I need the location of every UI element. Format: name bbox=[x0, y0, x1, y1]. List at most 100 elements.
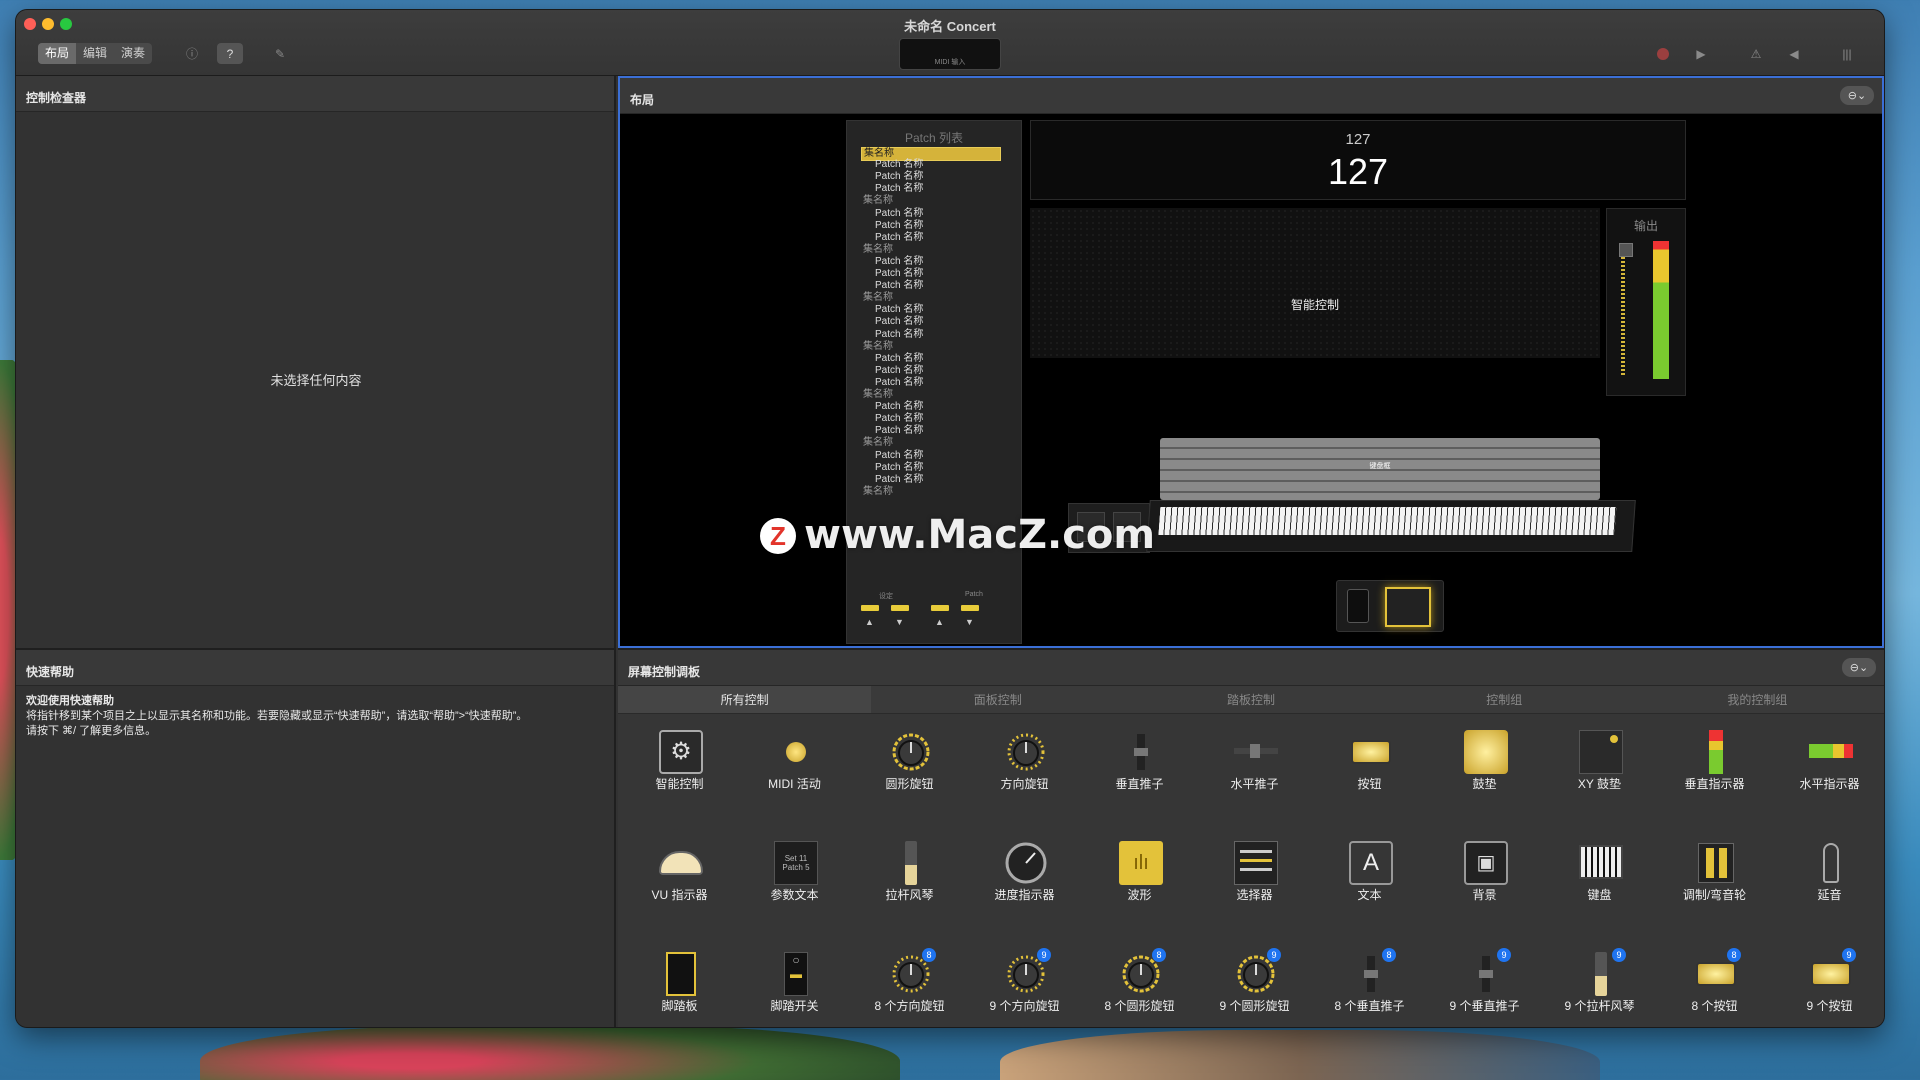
screen-control-item[interactable]: 9 9 个垂直推子 bbox=[1427, 938, 1542, 1027]
screen-control-item[interactable]: 垂直推子 bbox=[1082, 716, 1197, 816]
keyboard[interactable] bbox=[1146, 500, 1636, 552]
smart-control-area[interactable]: 智能控制 bbox=[1030, 208, 1600, 358]
output-fader-track[interactable] bbox=[1621, 245, 1625, 377]
screen-control-item[interactable]: A 文本 bbox=[1312, 827, 1427, 927]
patch-list-item[interactable]: Patch 名称 bbox=[875, 377, 923, 389]
patch-list-item[interactable]: Patch 名称 bbox=[875, 256, 923, 268]
screen-control-item[interactable]: 水平指示器 bbox=[1772, 716, 1884, 816]
screen-control-item[interactable]: ▣ 背景 bbox=[1427, 827, 1542, 927]
foot-pedal-widget[interactable] bbox=[1347, 589, 1369, 623]
mode-edit-tab[interactable]: 编辑 bbox=[76, 43, 114, 64]
screen-control-item[interactable]: 延音 bbox=[1772, 827, 1884, 927]
set-list-item[interactable]: 集名称 bbox=[863, 486, 893, 498]
wrench-icon[interactable]: ✎ bbox=[267, 43, 293, 64]
screen-control-item[interactable]: VU 指示器 bbox=[622, 827, 737, 927]
patch-list-item[interactable]: Patch 名称 bbox=[875, 462, 923, 474]
output-meter[interactable]: 输出 bbox=[1606, 208, 1686, 396]
parameter-display[interactable]: 127 127 bbox=[1030, 120, 1686, 200]
screen-control-item[interactable]: 圆形旋钮 bbox=[852, 716, 967, 816]
screen-control-item[interactable]: 键盘 bbox=[1542, 827, 1657, 927]
set-list-item[interactable]: 集名称 bbox=[863, 389, 893, 401]
set-next-button[interactable] bbox=[891, 605, 909, 611]
patch-up-arrow-icon: ▲ bbox=[935, 617, 944, 627]
patch-list-item[interactable]: Patch 名称 bbox=[875, 425, 923, 437]
screen-control-item[interactable]: 8 8 个圆形旋钮 bbox=[1082, 938, 1197, 1027]
tab-my-control-groups[interactable]: 我的控制组 bbox=[1631, 686, 1884, 713]
screen-control-item[interactable]: 9 9 个圆形旋钮 bbox=[1197, 938, 1312, 1027]
patch-list-item[interactable]: Patch 名称 bbox=[875, 316, 923, 328]
screen-control-item[interactable]: 9 9 个方向旋钮 bbox=[967, 938, 1082, 1027]
keyboard-keys[interactable] bbox=[1158, 507, 1617, 535]
patch-list[interactable]: Patch 列表 集名称 Patch 名称 Patch 名称 Patch 名称 集名称 P… bbox=[846, 120, 1022, 644]
patch-list-item[interactable]: Patch 名称 bbox=[875, 329, 923, 341]
screen-control-item[interactable]: 调制/弯音轮 bbox=[1657, 827, 1772, 927]
tab-panel-controls[interactable]: 面板控制 bbox=[871, 686, 1124, 713]
set-list-item[interactable]: 集名称 bbox=[863, 292, 893, 304]
patch-list-item[interactable]: Patch 名称 bbox=[875, 208, 923, 220]
set-list-item[interactable]: 集名称 bbox=[863, 195, 893, 207]
tab-control-groups[interactable]: 控制组 bbox=[1378, 686, 1631, 713]
pedal-controls[interactable] bbox=[1336, 580, 1444, 632]
patch-list-item[interactable]: Patch 名称 bbox=[875, 159, 923, 171]
screen-control-item[interactable]: Set 11 Patch 5 参数文本 bbox=[737, 827, 852, 927]
tab-all-controls[interactable]: 所有控制 bbox=[618, 686, 872, 713]
patch-list-item[interactable]: Patch 名称 bbox=[875, 232, 923, 244]
screen-control-item[interactable]: 8 8 个垂直推子 bbox=[1312, 938, 1427, 1027]
patch-list-item[interactable]: Patch 名称 bbox=[875, 474, 923, 486]
info-icon[interactable]: ⓘ bbox=[179, 43, 205, 64]
sustain-pedal-widget[interactable] bbox=[1385, 587, 1431, 627]
screen-control-item[interactable]: MIDI 活动 bbox=[737, 716, 852, 816]
tuner-icon[interactable]: ⚠ bbox=[1743, 43, 1769, 64]
help-icon[interactable]: ? bbox=[217, 43, 243, 64]
patch-list-item[interactable]: Patch 名称 bbox=[875, 365, 923, 377]
screen-control-item[interactable]: 9 9 个按钮 bbox=[1772, 938, 1884, 1027]
screen-control-item[interactable]: 9 9 个拉杆风琴 bbox=[1542, 938, 1657, 1027]
screen-control-item[interactable]: 垂直指示器 bbox=[1657, 716, 1772, 816]
screen-controls-options-button[interactable]: ⊖⌄ bbox=[1842, 658, 1876, 677]
patch-down-arrow-icon: ▼ bbox=[965, 617, 974, 627]
screen-control-item[interactable]: 选择器 bbox=[1197, 827, 1312, 927]
mode-layout-tab[interactable]: 布局 bbox=[38, 43, 77, 64]
patch-list-item[interactable]: Patch 名称 bbox=[875, 268, 923, 280]
play-icon[interactable]: ▶ bbox=[1688, 43, 1714, 64]
screen-control-item[interactable]: 鼓垫 bbox=[1427, 716, 1542, 816]
screen-control-item[interactable]: 脚踏板 bbox=[622, 938, 737, 1027]
patch-prev-button[interactable] bbox=[931, 605, 949, 611]
screen-control-item[interactable]: 进度指示器 bbox=[967, 827, 1082, 927]
mode-perform-tab[interactable]: 演奏 bbox=[114, 43, 152, 64]
screen-control-item[interactable]: 方向旋钮 bbox=[967, 716, 1082, 816]
mixer-icon[interactable]: ||| bbox=[1834, 43, 1860, 64]
patch-list-item[interactable]: Patch 名称 bbox=[875, 450, 923, 462]
set-list-item[interactable]: 集名称 bbox=[863, 244, 893, 256]
screen-control-item[interactable]: 8 8 个方向旋钮 bbox=[852, 938, 967, 1027]
patch-list-item[interactable]: Patch 名称 bbox=[875, 280, 923, 292]
screen-control-item[interactable]: 拉杆风琴 bbox=[852, 827, 967, 927]
patch-list-item[interactable]: Patch 名称 bbox=[875, 304, 923, 316]
patch-list-item[interactable]: Patch 名称 bbox=[875, 401, 923, 413]
patch-next-button[interactable] bbox=[961, 605, 979, 611]
speaker-icon[interactable]: ◀ bbox=[1781, 43, 1807, 64]
screen-control-item[interactable]: ılı 波形 bbox=[1082, 827, 1197, 927]
screen-control-label: 8 个按钮 bbox=[1691, 999, 1738, 1013]
screen-control-item[interactable]: 按钮 bbox=[1312, 716, 1427, 816]
screen-control-item[interactable]: XY 鼓垫 bbox=[1542, 716, 1657, 816]
screen-control-item[interactable]: 8 8 个按钮 bbox=[1657, 938, 1772, 1027]
output-fader-knob[interactable] bbox=[1619, 243, 1633, 257]
patch-list-item[interactable]: Patch 名称 bbox=[875, 413, 923, 425]
layout-options-button[interactable]: ⊖⌄ bbox=[1840, 86, 1874, 105]
tab-pedal-controls[interactable]: 踏板控制 bbox=[1124, 686, 1377, 713]
mode-segmented-control[interactable]: 布局 编辑 演奏 bbox=[38, 43, 153, 64]
record-icon[interactable] bbox=[1650, 43, 1676, 64]
patch-list-item[interactable]: Patch 名称 bbox=[875, 220, 923, 232]
patch-list-item[interactable]: Patch 名称 bbox=[875, 353, 923, 365]
patch-list-item[interactable]: Patch 名称 bbox=[875, 183, 923, 195]
screen-control-item[interactable]: ○ ▬ 脚踏开关 bbox=[737, 938, 852, 1027]
set-list-item[interactable]: 集名称 bbox=[863, 341, 893, 353]
patch-list-item[interactable]: Patch 名称 bbox=[875, 171, 923, 183]
set-prev-button[interactable] bbox=[861, 605, 879, 611]
sustain-icon bbox=[1809, 841, 1853, 885]
screen-control-item[interactable]: 水平推子 bbox=[1197, 716, 1312, 816]
set-list-item[interactable]: 集名称 bbox=[863, 437, 893, 449]
screen-control-item[interactable]: ⚙ 智能控制 bbox=[622, 716, 737, 816]
screen-control-label: 鼓垫 bbox=[1472, 777, 1497, 791]
